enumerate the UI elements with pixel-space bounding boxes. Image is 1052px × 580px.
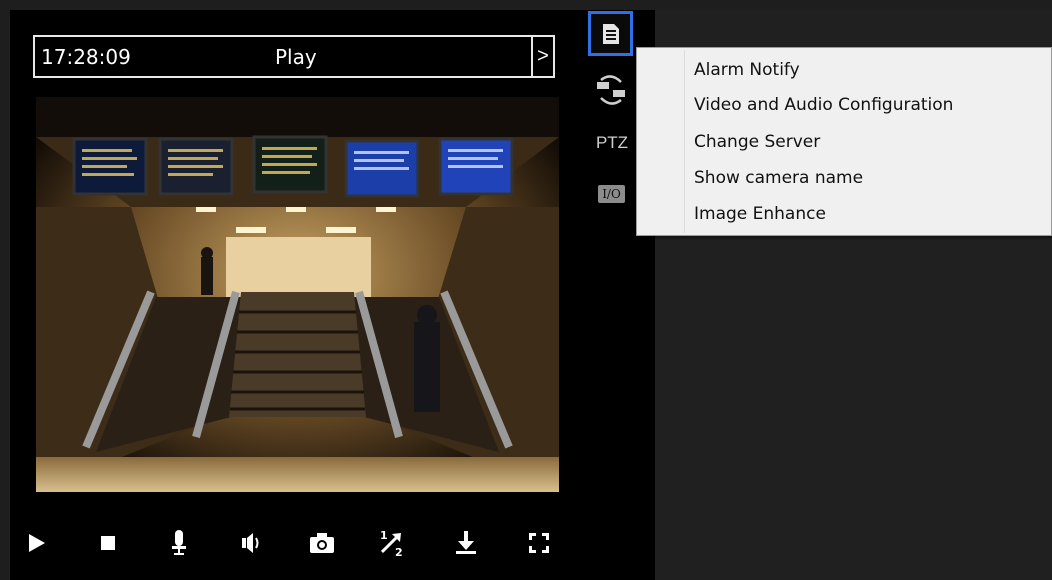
half-speed-icon: 1 2 — [380, 529, 403, 558]
playback-mode-label: Play — [275, 45, 317, 69]
menu-item-show-camera-name[interactable]: Show camera name — [694, 163, 863, 193]
menu-gutter-divider — [684, 50, 685, 233]
playback-time: 17:28:09 — [41, 45, 131, 69]
snapshot-button[interactable] — [306, 525, 338, 561]
camera-switch-icon — [597, 75, 625, 105]
chevron-right-icon: > — [537, 45, 549, 67]
fullscreen-icon — [529, 533, 549, 553]
menu-button[interactable] — [588, 11, 633, 56]
io-button[interactable]: I/O — [593, 182, 630, 206]
stop-icon — [101, 536, 115, 550]
camera-feed[interactable] — [36, 97, 559, 492]
half-speed-button[interactable]: 1 2 — [377, 525, 409, 561]
play-button[interactable] — [20, 525, 52, 561]
download-button[interactable] — [450, 525, 482, 561]
svg-text:2: 2 — [395, 546, 403, 558]
camera-switch-button[interactable] — [589, 72, 633, 108]
download-icon — [456, 531, 476, 554]
context-menu: Alarm Notify Video and Audio Configurati… — [636, 47, 1052, 236]
microphone-icon — [172, 530, 186, 555]
microphone-button[interactable] — [163, 525, 195, 561]
svg-text:1: 1 — [380, 529, 388, 542]
stop-button[interactable] — [92, 525, 124, 561]
menu-item-image-enhance[interactable]: Image Enhance — [694, 199, 826, 229]
fullscreen-button[interactable] — [523, 525, 555, 561]
io-label: I/O — [598, 185, 625, 203]
playback-status-bar: 17:28:09 Play > — [33, 35, 555, 78]
speaker-icon — [242, 533, 259, 553]
camera-image — [36, 97, 559, 492]
playback-controls: 1 2 — [20, 525, 560, 565]
menu-item-video-audio-configuration[interactable]: Video and Audio Configuration — [694, 90, 953, 120]
ptz-button[interactable]: PTZ — [590, 131, 634, 155]
ptz-label: PTZ — [595, 133, 629, 152]
menu-item-alarm-notify[interactable]: Alarm Notify — [694, 55, 800, 85]
speaker-button[interactable] — [235, 525, 267, 561]
next-button[interactable]: > — [531, 37, 553, 76]
menu-item-change-server[interactable]: Change Server — [694, 127, 820, 157]
play-icon — [29, 534, 45, 552]
snapshot-icon — [310, 533, 334, 553]
document-menu-icon — [602, 23, 619, 44]
